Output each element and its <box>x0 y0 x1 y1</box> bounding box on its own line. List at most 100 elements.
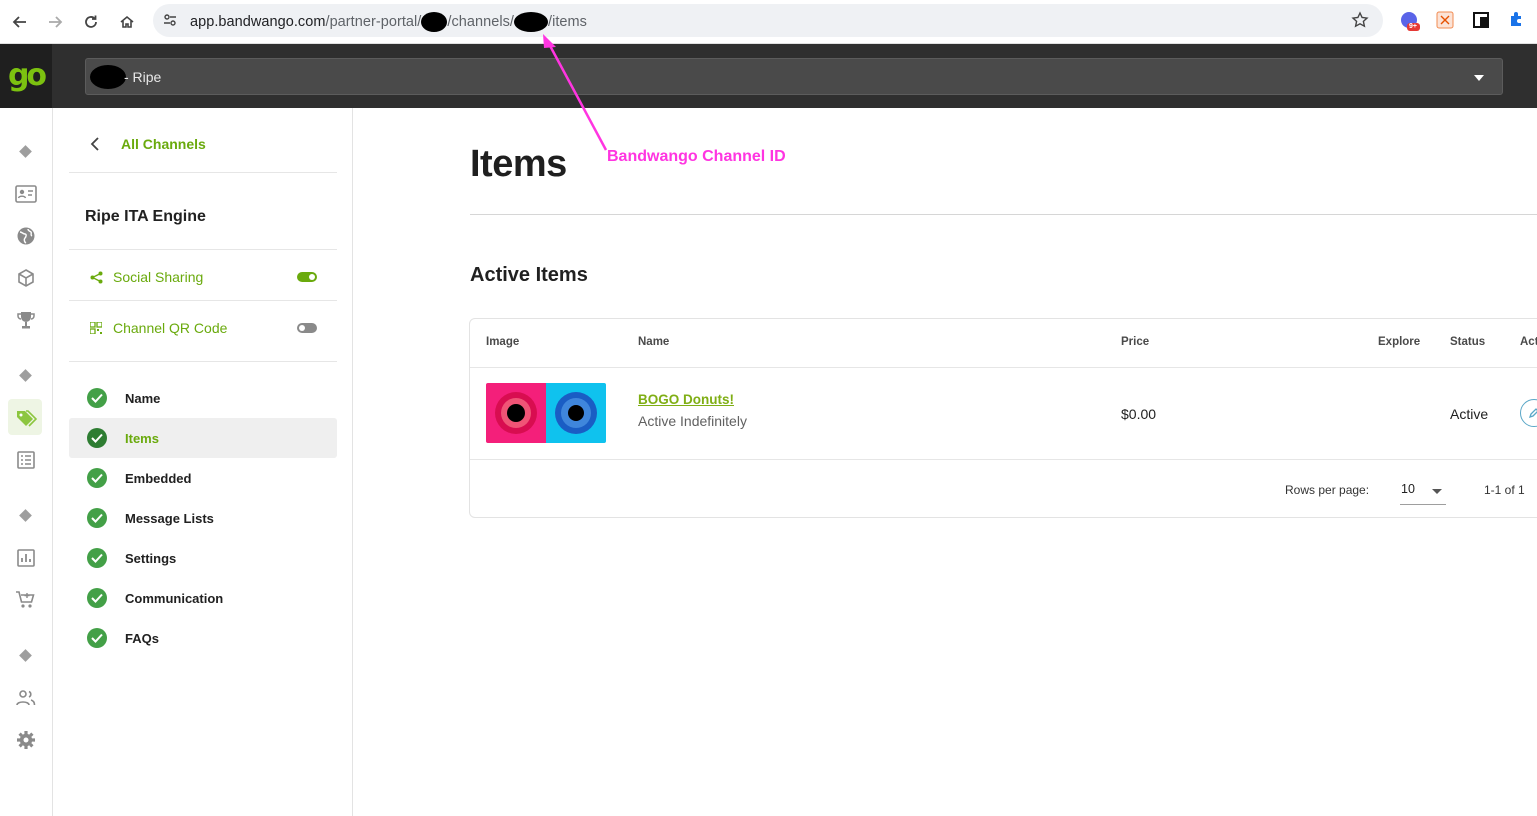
extension-badge-count: 9+ <box>1409 23 1417 30</box>
divider <box>470 459 1537 460</box>
step-faqs[interactable]: FAQs <box>69 618 337 658</box>
rows-per-page-select[interactable]: 10 <box>1400 477 1446 505</box>
share-icon <box>89 270 103 284</box>
step-label: Settings <box>125 550 177 566</box>
qr-code-icon <box>89 321 103 335</box>
main-content: Items Bandwango Channel ID Active Items … <box>353 108 1537 816</box>
url-part-partner-portal: /partner-portal/ <box>325 13 422 30</box>
section-diamond-icon <box>19 145 32 158</box>
organization-select[interactable]: - Ripe <box>85 58 1503 95</box>
extension-icon-dark[interactable] <box>1472 11 1492 31</box>
app-header: go - Ripe <box>0 44 1537 108</box>
organization-name: - Ripe <box>124 69 162 85</box>
channel-qr-code-switch[interactable] <box>297 323 317 333</box>
bookmark-star-icon[interactable] <box>1351 11 1369 34</box>
extension-icon-orange[interactable] <box>1436 11 1456 31</box>
step-label: Message Lists <box>125 510 214 526</box>
donut-image-blue <box>546 383 606 443</box>
items-table: Image Name Price Explore Status Act BOGO… <box>469 318 1537 518</box>
social-sharing-label: Social Sharing <box>113 269 204 285</box>
check-circle-icon <box>87 508 107 528</box>
all-channels-label: All Channels <box>121 136 206 152</box>
analytics-chart-icon[interactable] <box>12 544 40 572</box>
contact-card-icon[interactable] <box>12 180 40 208</box>
globe-icon[interactable] <box>12 222 40 250</box>
extensions-puzzle-icon[interactable] <box>1508 11 1528 31</box>
all-channels-link[interactable]: All Channels <box>85 134 206 154</box>
step-label: Name <box>125 390 161 406</box>
column-header-name[interactable]: Name <box>638 336 669 348</box>
url-domain: app.bandwango.com <box>190 13 326 30</box>
users-group-icon[interactable] <box>12 684 40 712</box>
url-part-items: /items <box>548 13 587 30</box>
item-name-link[interactable]: BOGO Donuts! <box>638 392 734 407</box>
channel-qr-code-label: Channel QR Code <box>113 320 228 336</box>
step-settings[interactable]: Settings <box>69 538 337 578</box>
check-circle-icon <box>87 548 107 568</box>
shopping-cart-icon[interactable] <box>12 586 40 614</box>
divider <box>69 300 337 301</box>
url-part-channels: /channels/ <box>447 13 514 30</box>
section-title: Active Items <box>470 264 588 286</box>
back-arrow-icon[interactable] <box>7 9 33 35</box>
nav-rail <box>0 108 53 816</box>
rows-per-page-label: Rows per page: <box>1285 483 1370 497</box>
brand-logo[interactable]: go <box>0 44 52 108</box>
step-label: Embedded <box>125 470 192 486</box>
step-communication[interactable]: Communication <box>69 578 337 618</box>
redacted-id <box>421 12 448 32</box>
section-diamond-icon <box>19 369 32 382</box>
forward-arrow-icon[interactable] <box>42 9 68 35</box>
item-price: $0.00 <box>1121 406 1157 422</box>
social-sharing-toggle-row[interactable]: Social Sharing <box>89 266 317 288</box>
channel-qr-code-toggle-row[interactable]: Channel QR Code <box>89 317 317 339</box>
divider <box>470 214 1537 215</box>
reload-icon[interactable] <box>78 9 104 35</box>
rows-per-page-value: 10 <box>1401 482 1415 496</box>
social-sharing-switch[interactable] <box>297 272 317 282</box>
channel-settings-sidebar: All Channels Ripe ITA Engine Social Shar… <box>53 108 353 816</box>
step-message-lists[interactable]: Message Lists <box>69 498 337 538</box>
column-header-image[interactable]: Image <box>486 336 519 348</box>
step-label: FAQs <box>125 630 159 646</box>
check-circle-icon <box>87 428 107 448</box>
list-document-icon[interactable] <box>12 446 40 474</box>
column-header-status[interactable]: Status <box>1450 336 1485 348</box>
tags-icon[interactable] <box>12 404 40 432</box>
check-circle-icon <box>87 468 107 488</box>
section-diamond-icon <box>19 649 32 662</box>
divider <box>69 249 337 250</box>
donut-image-pink <box>486 383 546 443</box>
extension-icon-badge[interactable]: 9+ <box>1400 11 1420 31</box>
gear-icon[interactable] <box>12 726 40 754</box>
column-header-price[interactable]: Price <box>1121 336 1149 348</box>
home-icon[interactable] <box>114 9 140 35</box>
box-cube-icon[interactable] <box>12 264 40 292</box>
browser-toolbar: app.bandwango.com/partner-portal/ /channe… <box>0 0 1537 44</box>
channel-name: Ripe ITA Engine <box>85 208 206 225</box>
redacted-channel-id <box>514 12 548 32</box>
redacted-org-name <box>90 65 126 89</box>
chevron-down-icon <box>1432 489 1442 494</box>
annotation-label: Bandwango Channel ID <box>607 148 786 165</box>
divider <box>69 172 337 173</box>
column-header-explore[interactable]: Explore <box>1378 336 1420 348</box>
item-status: Active <box>1450 406 1489 422</box>
address-bar[interactable]: app.bandwango.com/partner-portal/ /channe… <box>153 4 1383 37</box>
item-thumbnail <box>486 383 606 443</box>
step-items[interactable]: Items <box>69 418 337 458</box>
section-diamond-icon <box>19 509 32 522</box>
pencil-icon <box>1528 408 1537 419</box>
divider <box>69 361 337 362</box>
check-circle-icon <box>87 628 107 648</box>
step-embedded[interactable]: Embedded <box>69 458 337 498</box>
site-settings-icon[interactable] <box>162 12 178 33</box>
step-label: Communication <box>125 590 224 606</box>
chevron-down-icon <box>1474 75 1484 81</box>
brand-logo-text: go <box>7 58 47 93</box>
trophy-icon[interactable] <box>12 306 40 334</box>
step-name[interactable]: Name <box>69 378 337 418</box>
column-header-actions[interactable]: Act <box>1520 336 1537 348</box>
url-text[interactable]: app.bandwango.com/partner-portal/ /channe… <box>190 12 587 32</box>
edit-item-button[interactable] <box>1520 399 1537 427</box>
